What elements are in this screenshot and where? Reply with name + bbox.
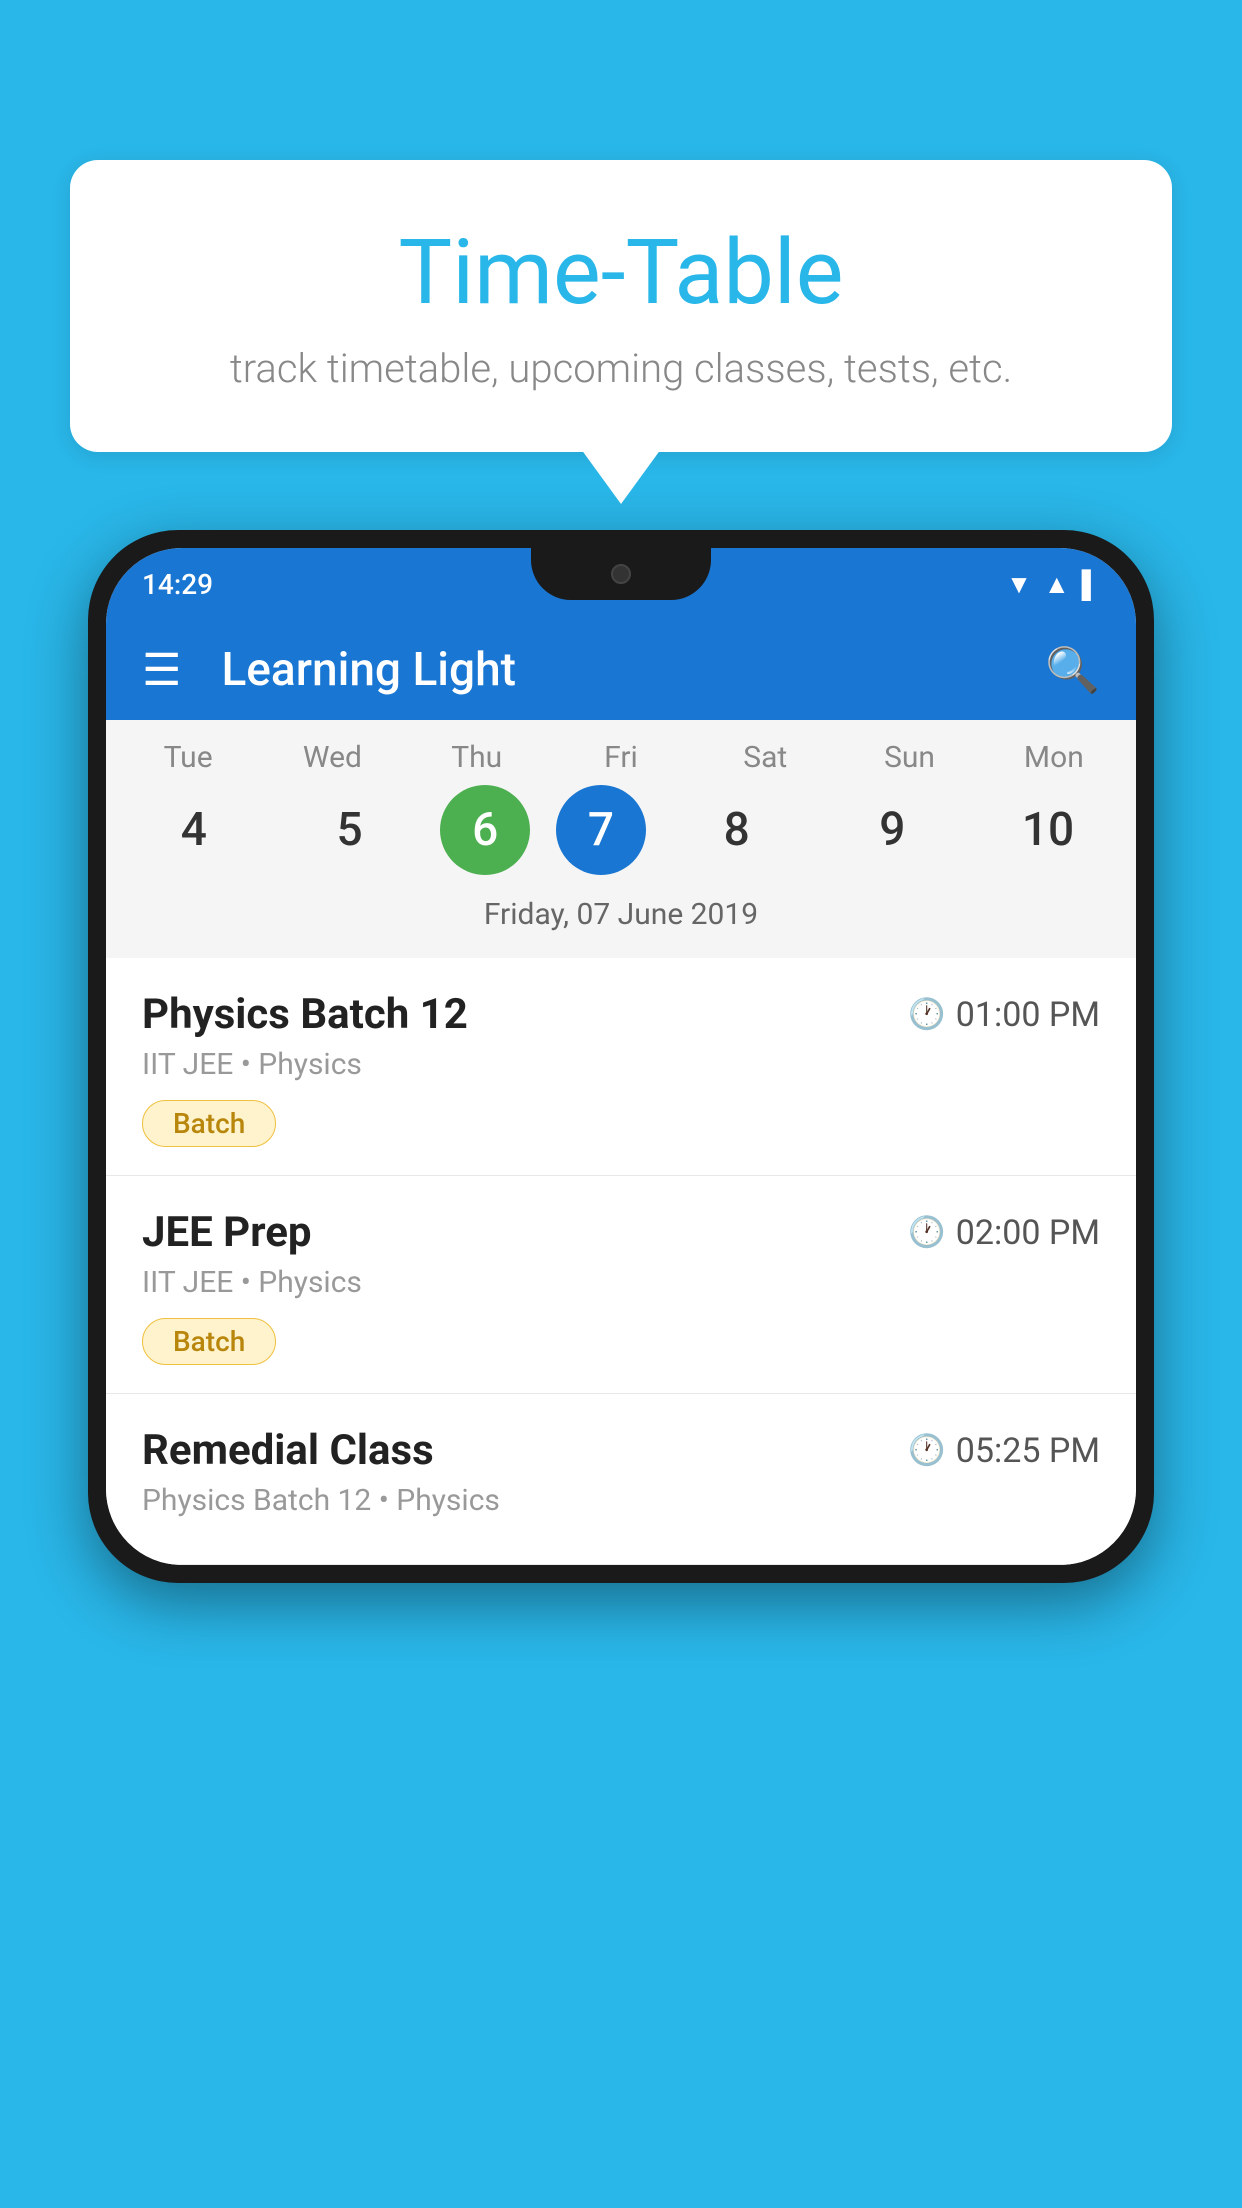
schedule-title-0: Physics Batch 12	[142, 990, 468, 1039]
schedule-item-1[interactable]: JEE Prep 🕐 02:00 PM IIT JEE • Physics Batch	[106, 1176, 1136, 1394]
schedule-time-0: 🕐 01:00 PM	[908, 995, 1100, 1035]
day-label-sun: Sun	[845, 740, 975, 775]
app-bar: ☰ Learning Light 🔍	[106, 620, 1136, 720]
schedule-item-2[interactable]: Remedial Class 🕐 05:25 PM Physics Batch 12 …	[106, 1394, 1136, 1565]
clock-icon-2: 🕐	[908, 1433, 945, 1468]
status-time: 14:29	[142, 568, 213, 601]
time-text-1: 02:00 PM	[956, 1213, 1100, 1253]
day-label-thu: Thu	[412, 740, 542, 775]
selected-date-label: Friday, 07 June 2019	[106, 889, 1136, 948]
time-text-2: 05:25 PM	[956, 1431, 1100, 1471]
day-label-sat: Sat	[700, 740, 830, 775]
schedule-title-2: Remedial Class	[142, 1426, 434, 1475]
day-number-6[interactable]: 6	[440, 785, 530, 875]
day-number-8[interactable]: 8	[672, 785, 802, 875]
speech-bubble: Time-Table track timetable, upcoming cla…	[70, 160, 1172, 452]
status-icons: ▼ ▲ ▌	[1006, 569, 1100, 600]
app-bar-title: Learning Light	[221, 643, 1015, 697]
schedule-list: Physics Batch 12 🕐 01:00 PM IIT JEE • Physi…	[106, 958, 1136, 1565]
day-headers: Tue Wed Thu Fri Sat Sun Mon	[106, 740, 1136, 775]
schedule-subtitle-0: IIT JEE • Physics	[142, 1047, 1100, 1082]
schedule-title-1: JEE Prep	[142, 1208, 312, 1257]
day-number-5[interactable]: 5	[285, 785, 415, 875]
schedule-item-header-1: JEE Prep 🕐 02:00 PM	[142, 1208, 1100, 1257]
day-label-tue: Tue	[123, 740, 253, 775]
menu-icon[interactable]: ☰	[142, 648, 181, 692]
calendar-strip: Tue Wed Thu Fri Sat Sun Mon 456789 10 Friday, 0…	[106, 720, 1136, 958]
day-label-wed: Wed	[267, 740, 397, 775]
day-number-4[interactable]: 4	[129, 785, 259, 875]
clock-icon-0: 🕐	[908, 997, 945, 1032]
phone-mockup: 14:29 ▼ ▲ ▌ ☰ Learning Light 🔍	[88, 530, 1154, 2208]
day-numbers: 456789 10	[106, 775, 1136, 889]
schedule-item-header-0: Physics Batch 12 🕐 01:00 PM	[142, 990, 1100, 1039]
schedule-subtitle-1: IIT JEE • Physics	[142, 1265, 1100, 1300]
day-number-10[interactable]: 10	[983, 785, 1113, 875]
phone-screen: 14:29 ▼ ▲ ▌ ☰ Learning Light 🔍	[106, 548, 1136, 1565]
battery-icon: ▌	[1082, 569, 1100, 600]
bubble-title: Time-Table	[150, 220, 1092, 325]
schedule-subtitle-2: Physics Batch 12 • Physics	[142, 1483, 1100, 1518]
search-icon[interactable]: 🔍	[1045, 644, 1100, 696]
intro-section: Time-Table track timetable, upcoming cla…	[70, 160, 1172, 452]
phone-notch	[531, 548, 711, 600]
batch-tag-1: Batch	[142, 1318, 276, 1365]
phone-outer: 14:29 ▼ ▲ ▌ ☰ Learning Light 🔍	[88, 530, 1154, 1583]
bubble-subtitle: track timetable, upcoming classes, tests…	[150, 345, 1092, 392]
wifi-icon: ▼	[1006, 569, 1032, 600]
batch-tag-0: Batch	[142, 1100, 276, 1147]
clock-icon-1: 🕐	[908, 1215, 945, 1250]
day-number-9[interactable]: 9	[827, 785, 957, 875]
status-bar: 14:29 ▼ ▲ ▌	[106, 548, 1136, 620]
day-number-7[interactable]: 7	[556, 785, 646, 875]
day-label-fri: Fri	[556, 740, 686, 775]
schedule-time-1: 🕐 02:00 PM	[908, 1213, 1100, 1253]
schedule-item-header-2: Remedial Class 🕐 05:25 PM	[142, 1426, 1100, 1475]
schedule-time-2: 🕐 05:25 PM	[908, 1431, 1100, 1471]
time-text-0: 01:00 PM	[956, 995, 1100, 1035]
signal-icon: ▲	[1044, 569, 1070, 600]
schedule-item-0[interactable]: Physics Batch 12 🕐 01:00 PM IIT JEE • Physi…	[106, 958, 1136, 1176]
camera	[611, 564, 631, 584]
day-label-mon: Mon	[989, 740, 1119, 775]
